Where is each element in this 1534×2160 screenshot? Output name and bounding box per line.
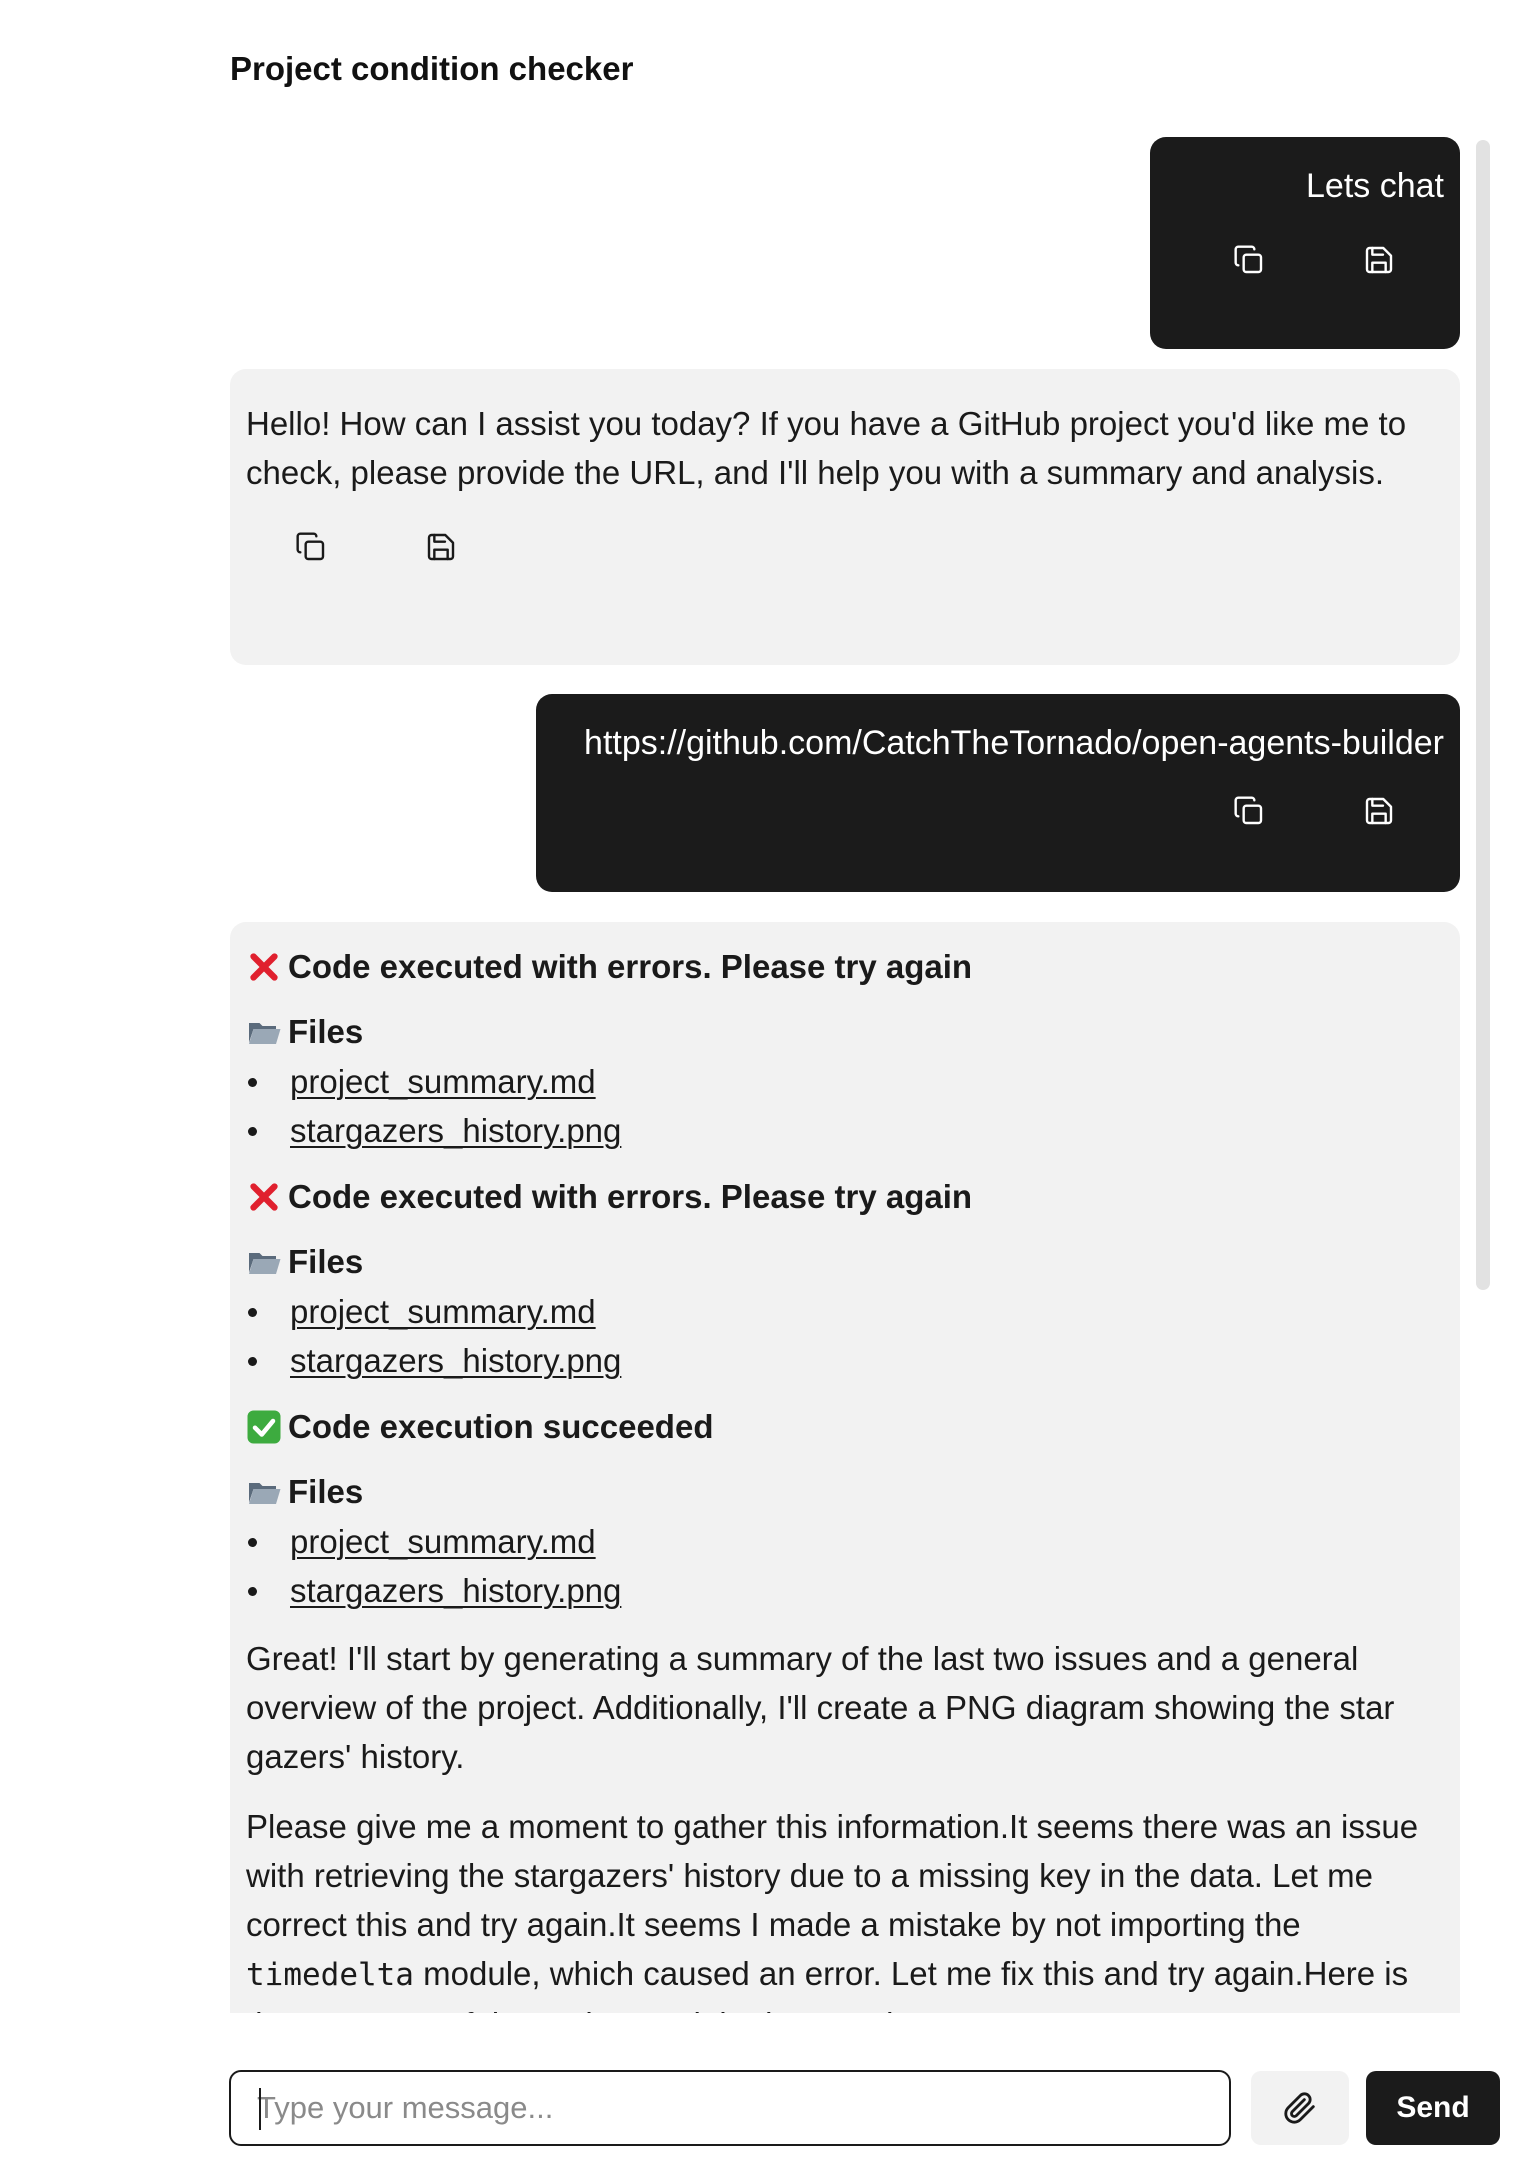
page-title: Project condition checker bbox=[230, 50, 634, 87]
status-text: Code execution succeeded bbox=[288, 1408, 714, 1445]
files-heading: Files bbox=[246, 1239, 1444, 1285]
message-text: Lets chat bbox=[1306, 167, 1444, 205]
status-line: Code executed with errors. Please try ag… bbox=[246, 944, 1444, 990]
file-link[interactable]: stargazers_history.png bbox=[290, 1342, 621, 1379]
cross-mark-icon bbox=[246, 949, 282, 985]
message-composer bbox=[229, 2070, 1231, 2146]
user-message: https://github.com/CatchTheTornado/open-… bbox=[536, 694, 1460, 892]
text-caret bbox=[259, 2088, 261, 2130]
save-button[interactable] bbox=[376, 519, 506, 575]
files-heading: Files bbox=[246, 1469, 1444, 1515]
message-input[interactable] bbox=[257, 2090, 1203, 2126]
list-item: project_summary.md bbox=[246, 1057, 1444, 1106]
attach-button[interactable] bbox=[1251, 2071, 1349, 2145]
message-paragraph: Great! I'll start by generating a summar… bbox=[246, 1640, 1395, 1775]
list-item: stargazers_history.png bbox=[246, 1106, 1444, 1155]
save-icon bbox=[1365, 246, 1393, 274]
message-text: Hello! How can I assist you today? If yo… bbox=[246, 405, 1407, 491]
folder-icon bbox=[246, 1474, 282, 1510]
inline-code: timedelta bbox=[246, 1957, 414, 1993]
message-actions bbox=[246, 519, 1444, 575]
paragraph-text: Please give me a moment to gather this i… bbox=[246, 1808, 1419, 1943]
file-list: project_summary.md stargazers_history.pn… bbox=[246, 1057, 1444, 1155]
files-heading: Files bbox=[246, 1009, 1444, 1055]
file-link[interactable]: stargazers_history.png bbox=[290, 1572, 621, 1609]
list-item: stargazers_history.png bbox=[246, 1336, 1444, 1385]
save-button[interactable] bbox=[1314, 232, 1444, 288]
list-item: project_summary.md bbox=[246, 1287, 1444, 1336]
copy-icon bbox=[1234, 245, 1263, 274]
save-icon bbox=[427, 533, 455, 561]
file-link[interactable]: project_summary.md bbox=[290, 1063, 596, 1100]
scrollbar[interactable] bbox=[1476, 140, 1490, 1290]
folder-icon bbox=[246, 1014, 282, 1050]
files-label: Files bbox=[288, 1243, 364, 1280]
assistant-message: Code executed with errors. Please try ag… bbox=[230, 922, 1460, 2013]
send-button[interactable]: Send bbox=[1366, 2071, 1500, 2145]
copy-button[interactable] bbox=[246, 519, 376, 575]
message-actions bbox=[552, 783, 1444, 839]
status-line: Code executed with errors. Please try ag… bbox=[246, 1174, 1444, 1220]
message-actions bbox=[1166, 232, 1444, 288]
file-link[interactable]: project_summary.md bbox=[290, 1293, 596, 1330]
paragraph-text: module, which caused an error. Let me fi… bbox=[246, 1955, 1409, 2013]
user-message: Lets chat bbox=[1150, 137, 1460, 349]
copy-icon bbox=[1234, 796, 1263, 825]
file-link[interactable]: stargazers_history.png bbox=[290, 1112, 621, 1149]
check-mark-icon bbox=[246, 1409, 282, 1445]
file-list: project_summary.md stargazers_history.pn… bbox=[246, 1517, 1444, 1615]
list-item: project_summary.md bbox=[246, 1517, 1444, 1566]
file-link[interactable]: project_summary.md bbox=[290, 1523, 596, 1560]
list-item: stargazers_history.png bbox=[246, 1566, 1444, 1615]
folder-icon bbox=[246, 1244, 282, 1280]
chat-thread[interactable]: Lets chat Hello! How can I assist you to… bbox=[230, 137, 1460, 2013]
save-button[interactable] bbox=[1314, 783, 1444, 839]
status-text: Code executed with errors. Please try ag… bbox=[288, 1178, 973, 1215]
status-line: Code execution succeeded bbox=[246, 1404, 1444, 1450]
status-text: Code executed with errors. Please try ag… bbox=[288, 948, 973, 985]
chat-app: Project condition checker Lets chat Hell… bbox=[0, 0, 1534, 2160]
message-text: https://github.com/CatchTheTornado/open-… bbox=[584, 724, 1444, 762]
files-label: Files bbox=[288, 1473, 364, 1510]
files-label: Files bbox=[288, 1013, 364, 1050]
paperclip-icon bbox=[1284, 2092, 1315, 2124]
save-icon bbox=[1365, 797, 1393, 825]
copy-icon bbox=[296, 532, 325, 561]
message-paragraph: Please give me a moment to gather this i… bbox=[246, 1802, 1444, 2013]
copy-button[interactable] bbox=[1184, 232, 1314, 288]
assistant-message: Hello! How can I assist you today? If yo… bbox=[230, 369, 1460, 665]
file-list: project_summary.md stargazers_history.pn… bbox=[246, 1287, 1444, 1385]
cross-mark-icon bbox=[246, 1179, 282, 1215]
copy-button[interactable] bbox=[1184, 783, 1314, 839]
